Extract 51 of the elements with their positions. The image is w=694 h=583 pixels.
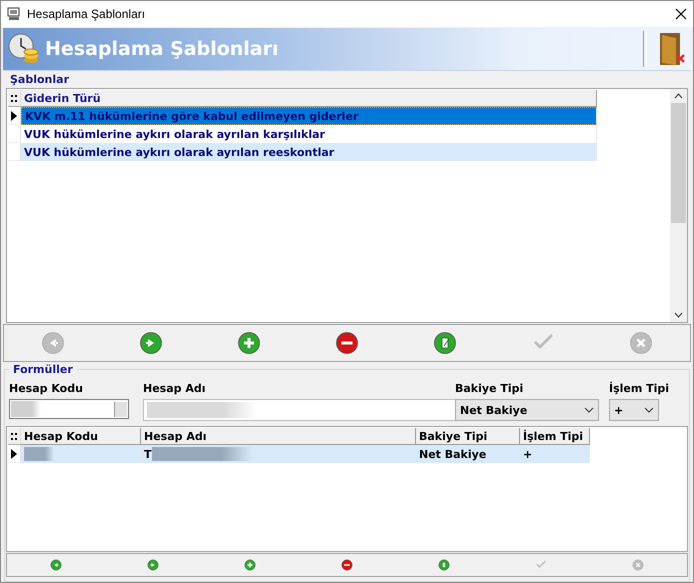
table-cell: Net Bakiye [416,445,520,463]
grid-corner-icon [8,428,21,445]
minus-icon [340,559,353,571]
exit-door-icon[interactable] [657,31,687,67]
dropdown[interactable]: Net Bakiye [455,399,599,421]
column-header[interactable]: Hesap Kodu [21,428,141,445]
edit-icon [433,331,457,355]
field-label: Bakiye Tipi [455,382,524,395]
toolbar-button[interactable] [335,331,359,355]
table-cell[interactable]: VUK hükümlerine aykırı olarak ayrılan reeskontlar [21,143,597,161]
window-title: Hesaplama Şablonları [27,7,146,21]
redacted-block [24,447,54,461]
toolbar-button[interactable] [139,331,163,355]
column-header[interactable]: Bakiye Tipi [416,428,520,445]
toolbar-button[interactable] [438,559,450,571]
table-cell: + [520,445,590,463]
column-header[interactable]: İşlem Tipi [520,428,590,445]
clock-coins-icon [7,32,41,66]
lookup-button[interactable] [114,402,127,416]
toolbar-button[interactable] [50,559,62,571]
toolbar-button[interactable] [244,559,256,571]
field-label: Hesap Adı [143,382,206,395]
row-pointer-icon [11,110,17,120]
dropdown[interactable]: + [609,399,659,421]
toolbar-button[interactable] [146,559,159,571]
redacted-block [11,401,41,417]
field-label: İşlem Tipi [609,382,670,395]
field-label: Hesap Kodu [9,382,84,395]
account-code-field[interactable] [9,399,129,419]
toolbar-button[interactable] [340,559,353,571]
add-icon [244,559,256,571]
checkmark-icon [535,559,548,571]
column-header[interactable]: Giderin Türü [21,90,597,107]
toolbar-button[interactable] [433,331,457,355]
table-cell: T [144,448,152,460]
close-icon [632,559,644,571]
grid-corner-icon [8,90,21,107]
edit-icon [438,559,450,571]
add-icon [237,331,261,355]
toolbar-button[interactable] [237,331,261,355]
group-label: Formüller [12,363,74,376]
header-title: Hesaplama Şablonları [45,38,280,60]
minus-icon [335,331,359,355]
column-header[interactable]: Hesap Adı [141,428,416,445]
row-pointer-icon [11,448,17,458]
scrollbar-thumb[interactable] [671,103,686,223]
close-icon [629,331,653,355]
app-icon [7,7,21,21]
table-cell[interactable]: VUK hükümlerine aykırı olarak ayrılan karşılıklar [21,125,597,143]
close-icon[interactable] [675,8,687,20]
group-label: Şablonlar [9,72,70,86]
